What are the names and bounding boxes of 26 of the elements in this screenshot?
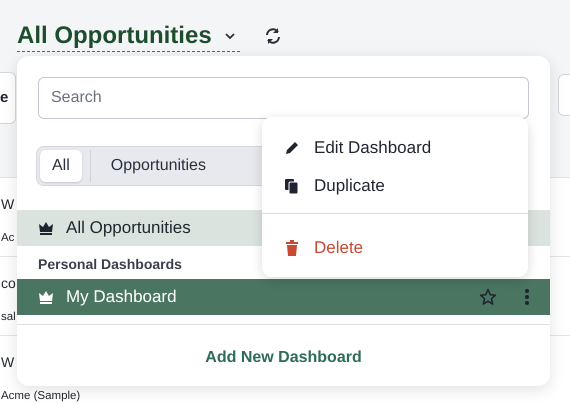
crown-icon — [38, 220, 54, 236]
crown-icon — [38, 289, 54, 305]
row-title: W — [1, 195, 14, 214]
menu-item[interactable]: Delete — [262, 229, 528, 267]
copy-icon — [284, 178, 300, 194]
filter-tab[interactable]: Opportunities — [90, 150, 218, 182]
row-subtitle: Acme (Sample) — [1, 391, 80, 402]
group-header: Personal Dashboards — [38, 256, 182, 272]
trash-icon — [284, 240, 300, 256]
chevron-down-icon[interactable] — [224, 32, 236, 40]
row-title: co — [1, 274, 16, 293]
dashboard-item[interactable]: My Dashboard — [17, 279, 550, 315]
toolbar-text: e — [0, 88, 8, 108]
add-dashboard-button[interactable]: Add New Dashboard — [199, 345, 368, 371]
more-options-icon[interactable] — [525, 289, 529, 305]
filter-tab[interactable]: All — [40, 150, 82, 182]
search-field[interactable]: Search — [38, 77, 529, 119]
page-title[interactable]: All Opportunities — [17, 20, 212, 50]
row-title: W — [1, 353, 14, 372]
row-subtitle: Ac — [1, 233, 14, 244]
row-subtitle: sal — [1, 312, 16, 323]
refresh-icon[interactable] — [264, 27, 282, 45]
menu-item[interactable]: Edit Dashboard — [262, 129, 528, 167]
menu-item[interactable]: Duplicate — [262, 167, 528, 205]
pencil-icon — [284, 140, 300, 156]
star-icon[interactable] — [479, 288, 497, 306]
